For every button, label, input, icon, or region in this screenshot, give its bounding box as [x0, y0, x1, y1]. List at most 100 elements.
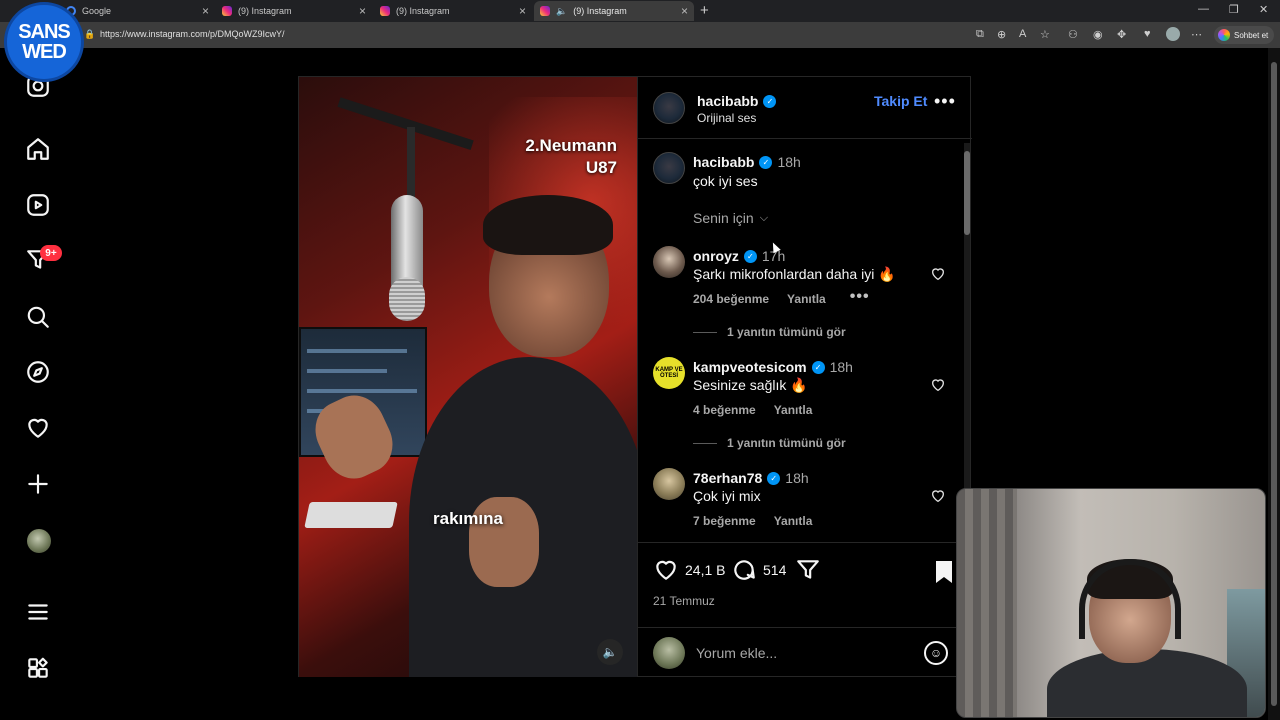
- extension-icon[interactable]: ◉: [1093, 28, 1103, 41]
- channel-logo: SANS WED: [4, 2, 84, 82]
- tab-instagram-active[interactable]: 🔈 (9) Instagram ×: [534, 1, 694, 21]
- speaker-icon: 🔈: [602, 645, 618, 659]
- post-header: hacibabb ✓ Orijinal ses Takip Et •••: [638, 77, 972, 139]
- like-comment-heart-icon[interactable]: [930, 266, 946, 282]
- close-tab-icon[interactable]: ×: [681, 4, 688, 18]
- close-window-icon[interactable]: ✕: [1259, 3, 1268, 16]
- tab-instagram-2[interactable]: (9) Instagram ×: [374, 1, 532, 21]
- new-tab-icon[interactable]: +: [700, 2, 709, 19]
- replies-divider: [693, 442, 717, 444]
- comment-likes[interactable]: 4 beğenme: [693, 403, 756, 417]
- save-bookmark-button[interactable]: [934, 561, 954, 588]
- messages-badge: 9+: [40, 245, 62, 261]
- post-date[interactable]: 21 Temmuz: [653, 594, 715, 608]
- monitor-track: [307, 389, 417, 393]
- monitor-track: [307, 369, 387, 373]
- video-microphone-grille: [389, 277, 425, 321]
- more-menu-icon[interactable]: [18, 592, 58, 632]
- favorite-star-icon[interactable]: ☆: [1040, 28, 1050, 41]
- browser-essentials-icon[interactable]: ♥: [1144, 28, 1151, 40]
- tab-label: Google: [82, 6, 112, 16]
- verified-badge-icon: ✓: [767, 471, 781, 485]
- comment-more-icon[interactable]: •••: [850, 289, 870, 306]
- tab-google[interactable]: Google ×: [60, 1, 215, 21]
- emoji-picker-icon[interactable]: ☺: [924, 641, 948, 665]
- mute-toggle-button[interactable]: 🔈: [597, 639, 623, 665]
- comment-author[interactable]: 78erhan78 ✓ 18h: [693, 470, 809, 486]
- like-button[interactable]: 24,1 B: [653, 557, 725, 583]
- caption-author-avatar[interactable]: [653, 152, 685, 184]
- notifications-icon[interactable]: [18, 408, 58, 448]
- comment-count: 514: [763, 562, 787, 578]
- comment-sort-dropdown[interactable]: Senin için ⌵: [693, 210, 768, 226]
- copilot-chat-button[interactable]: Sohbet et: [1214, 26, 1275, 44]
- reply-button[interactable]: Yanıtla: [787, 292, 826, 306]
- commenter-avatar[interactable]: [653, 468, 685, 500]
- caption-time: 18h: [777, 154, 801, 170]
- comment-text: Sesinize sağlık 🔥: [693, 377, 808, 393]
- audio-label[interactable]: Orijinal ses: [697, 111, 756, 125]
- comment-button[interactable]: 514: [731, 557, 786, 583]
- page-scrollbar-thumb[interactable]: [1271, 62, 1277, 706]
- overlay-title-line-1: 2.Neumann: [525, 136, 617, 155]
- read-aloud-icon[interactable]: A: [1019, 28, 1026, 40]
- speaker-icon[interactable]: 🔈: [556, 6, 567, 17]
- like-comment-heart-icon[interactable]: [930, 377, 946, 393]
- tab-label: (9) Instagram: [238, 6, 292, 16]
- author-username[interactable]: hacibabb ✓: [697, 93, 777, 109]
- author-avatar[interactable]: [653, 92, 685, 124]
- commenter-avatar[interactable]: KAMP VE ÖTESİ: [653, 357, 685, 389]
- browser-menu-icon[interactable]: ⋯: [1191, 28, 1202, 41]
- comments-scrollbar[interactable]: [964, 143, 970, 541]
- reels-icon[interactable]: [18, 185, 58, 225]
- explore-icon[interactable]: [18, 352, 58, 392]
- reel-video[interactable]: 2.Neumann U87 rakımına 🔈: [299, 77, 637, 677]
- browser-tab-bar: Google × (9) Instagram × (9) Instagram ×…: [0, 0, 1280, 22]
- logo-line-2: WED: [22, 41, 67, 63]
- search-icon[interactable]: [18, 297, 58, 337]
- comments-scrollbar-thumb[interactable]: [964, 151, 970, 235]
- overlay-title-line-2: U87: [585, 158, 617, 177]
- create-icon[interactable]: [18, 464, 58, 504]
- comment-author[interactable]: kampveotesicom ✓ 18h: [693, 359, 853, 375]
- close-tab-icon[interactable]: ×: [202, 4, 209, 18]
- view-replies-button[interactable]: 1 yanıtın tümünü gör: [693, 436, 846, 450]
- open-in-app-icon[interactable]: ⧉: [976, 28, 984, 41]
- home-icon[interactable]: [18, 129, 58, 169]
- url-text[interactable]: https://www.instagram.com/p/DMQoWZ9IcwY/: [100, 29, 285, 39]
- follow-button[interactable]: Takip Et: [874, 93, 927, 109]
- comment-time: 18h: [785, 470, 809, 486]
- video-mic-arm: [337, 97, 474, 151]
- view-replies-button[interactable]: 1 yanıtın tümünü gör: [693, 325, 846, 339]
- zoom-icon[interactable]: ⊕: [997, 28, 1006, 41]
- close-tab-icon[interactable]: ×: [519, 4, 526, 18]
- comments-panel: hacibabb ✓ Orijinal ses Takip Et ••• hac…: [637, 77, 972, 677]
- page-scrollbar[interactable]: [1268, 48, 1280, 720]
- extensions-puzzle-icon[interactable]: ✥: [1117, 28, 1126, 41]
- minimize-icon[interactable]: —: [1198, 3, 1209, 15]
- extension-glasses-icon[interactable]: ⚇: [1068, 28, 1078, 41]
- add-comment-input[interactable]: [696, 642, 916, 664]
- add-comment-bar: ☺: [638, 627, 972, 677]
- copilot-icon: [1218, 29, 1230, 41]
- reply-button[interactable]: Yanıtla: [774, 514, 813, 528]
- commenter-avatar[interactable]: [653, 246, 685, 278]
- lock-icon[interactable]: 🔒: [84, 29, 95, 40]
- profile-avatar[interactable]: [27, 529, 51, 553]
- tab-instagram-1[interactable]: (9) Instagram ×: [216, 1, 372, 21]
- more-options-icon[interactable]: •••: [934, 91, 956, 112]
- comment-username: onroyz: [693, 248, 739, 264]
- also-from-meta-icon[interactable]: [18, 648, 58, 688]
- browser-profile-avatar[interactable]: [1166, 27, 1180, 41]
- comment-likes[interactable]: 204 beğenme: [693, 292, 769, 306]
- comment-text: Çok iyi mix: [693, 488, 761, 504]
- reply-button[interactable]: Yanıtla: [774, 403, 813, 417]
- verified-badge-icon: ✓: [743, 249, 757, 263]
- comment-likes[interactable]: 7 beğenme: [693, 514, 756, 528]
- like-comment-heart-icon[interactable]: [930, 488, 946, 504]
- close-tab-icon[interactable]: ×: [359, 4, 366, 18]
- caption-author[interactable]: hacibabb ✓ 18h: [693, 154, 801, 170]
- like-count: 24,1 B: [685, 562, 726, 578]
- share-button[interactable]: [795, 557, 821, 583]
- restore-icon[interactable]: ❐: [1229, 3, 1239, 16]
